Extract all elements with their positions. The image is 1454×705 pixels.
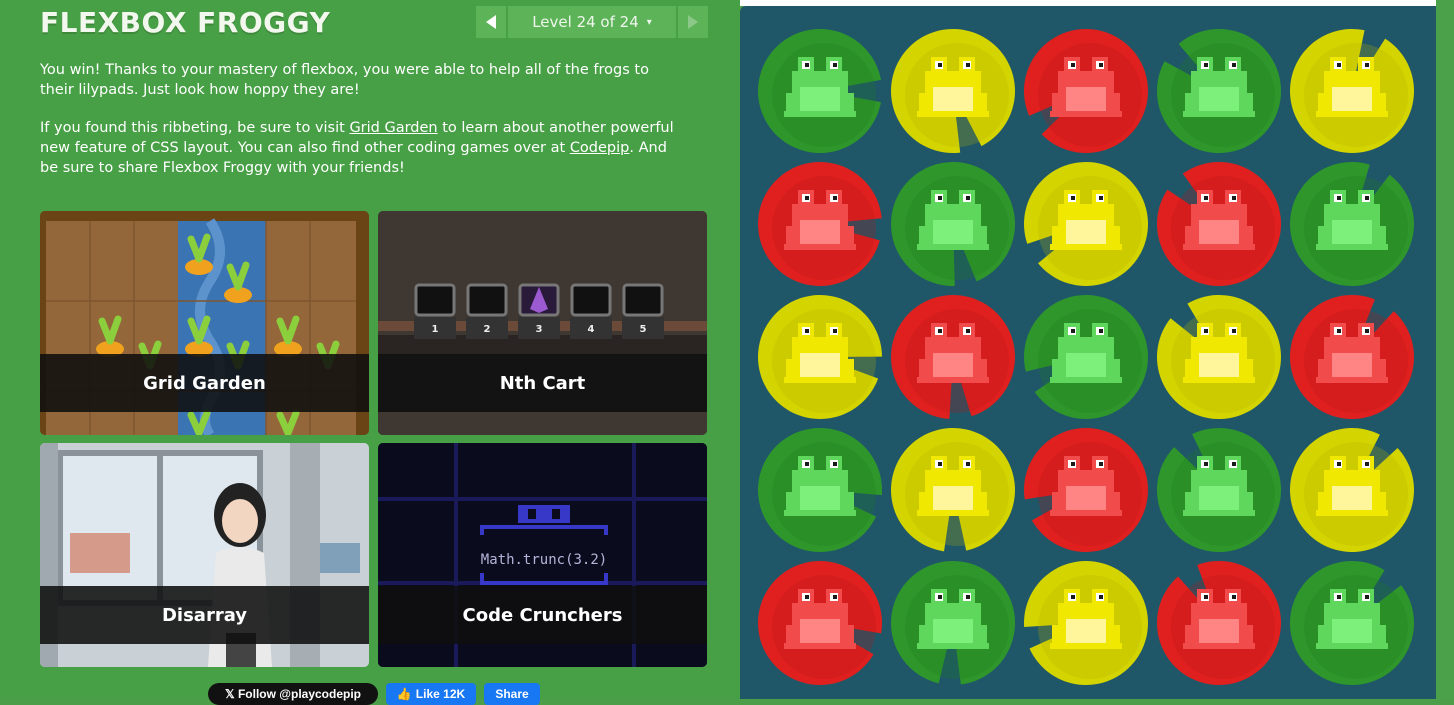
disarray-label: Disarray	[40, 586, 369, 644]
next-level-button[interactable]	[678, 6, 708, 38]
like-button[interactable]: 👍 Like 12K	[386, 683, 476, 705]
level-navigation: Level 24 of 24 ▾	[476, 6, 708, 38]
code-crunchers-card[interactable]: Math.trunc(3.2) Code Crunchers	[378, 443, 707, 667]
game-title: FLEXBOX FROGGY	[40, 6, 331, 39]
pond-board	[740, 6, 1436, 699]
level-dropdown[interactable]: Level 24 of 24 ▾	[508, 6, 676, 38]
nth-cart-label: Nth Cart	[378, 354, 707, 412]
disarray-card[interactable]: Disarray	[40, 443, 369, 667]
cart-number: 1	[432, 324, 439, 335]
previous-level-button[interactable]	[476, 6, 506, 38]
grid-garden-card[interactable]: Grid Garden	[40, 211, 369, 435]
promo-message: If you found this ribbeting, be sure to …	[40, 118, 680, 178]
instructions-panel: FLEXBOX FROGGY Level 24 of 24 ▾ You win!…	[0, 0, 740, 705]
codepip-link[interactable]: Codepip	[570, 140, 630, 156]
cart-number: 4	[588, 324, 595, 335]
share-button[interactable]: Share	[484, 683, 540, 705]
grid-garden-label: Grid Garden	[40, 354, 369, 412]
right-edge	[1436, 0, 1454, 699]
cart-number: 2	[484, 324, 491, 335]
promo-text-1: If you found this ribbeting, be sure to …	[40, 120, 350, 136]
level-label: Level 24 of 24	[532, 13, 639, 31]
follow-button[interactable]: 𝕏 Follow @playcodepip	[208, 683, 378, 705]
code-snippet: Math.trunc(3.2)	[481, 552, 607, 568]
pond-svg	[758, 28, 1414, 686]
grid-garden-link[interactable]: Grid Garden	[349, 120, 437, 136]
code-crunchers-label: Code Crunchers	[378, 586, 707, 644]
win-message: You win! Thanks to your mastery of flexb…	[40, 62, 649, 98]
arrow-right-icon	[688, 15, 698, 29]
nth-cart-card[interactable]: 1 2 3 4 5 Nth Cart	[378, 211, 707, 435]
caret-down-icon: ▾	[646, 16, 652, 28]
arrow-left-icon	[486, 15, 496, 29]
cart-number: 5	[640, 324, 647, 335]
cart-number: 3	[536, 324, 543, 335]
